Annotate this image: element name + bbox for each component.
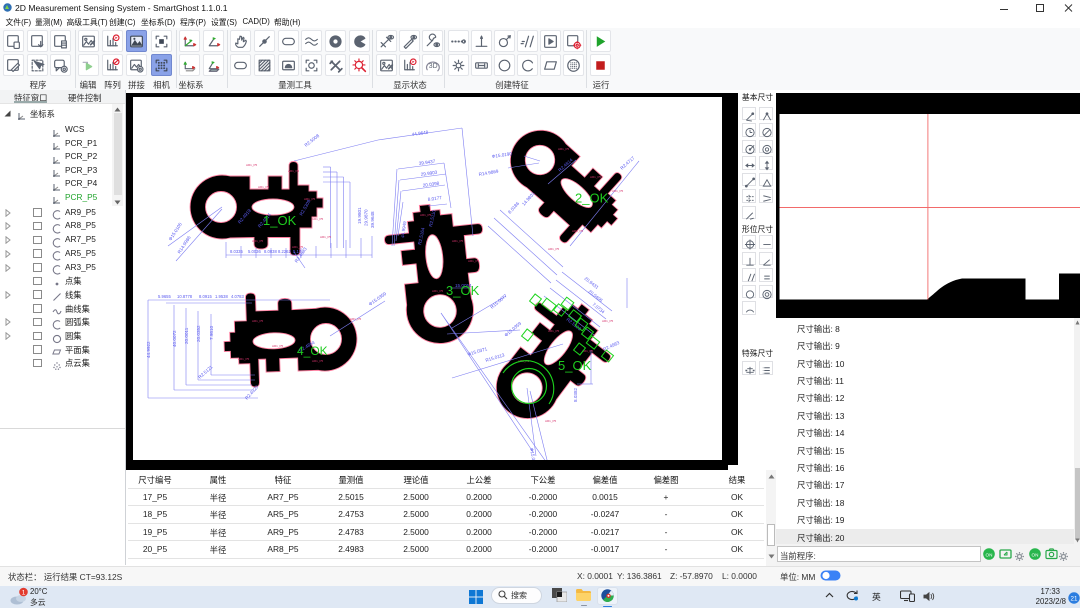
- svg-text:AR1_P5: AR1_P5: [292, 245, 304, 249]
- svg-text:4.0783: 4.0783: [231, 294, 244, 299]
- svg-text:5.0036: 5.0036: [248, 249, 261, 254]
- svg-text:AR1_P5: AR1_P5: [452, 239, 464, 243]
- svg-text:40.0072: 40.0072: [172, 330, 177, 347]
- svg-text:AR1_P5: AR1_P5: [312, 359, 324, 363]
- svg-text:8.0915: 8.0915: [199, 294, 212, 299]
- svg-text:AR1_P5: AR1_P5: [468, 259, 480, 263]
- svg-text:8.0335: 8.0335: [230, 249, 243, 254]
- svg-text:8.2262: 8.2262: [278, 249, 291, 254]
- svg-text:AR1_P5: AR1_P5: [252, 239, 264, 243]
- svg-text:5.9655: 5.9655: [158, 294, 171, 299]
- svg-text:4_OK: 4_OK: [297, 344, 328, 358]
- svg-text:21: 21: [1071, 595, 1078, 602]
- svg-text:8.0382: 8.0382: [573, 388, 578, 402]
- svg-text:AR1_P5: AR1_P5: [312, 217, 324, 221]
- svg-text:AR1_P5: AR1_P5: [548, 329, 560, 333]
- svg-text:2_OK: 2_OK: [575, 191, 609, 206]
- svg-text:AR1_P5: AR1_P5: [602, 319, 614, 323]
- svg-text:3D: 3D: [428, 63, 437, 70]
- svg-text:AR1_P5: AR1_P5: [350, 317, 362, 321]
- svg-text:39.9648: 39.9648: [370, 211, 375, 228]
- svg-text:8.0038: 8.0038: [264, 249, 277, 254]
- svg-text:AR1_P5: AR1_P5: [548, 247, 560, 251]
- svg-text:5_OK: 5_OK: [558, 358, 592, 373]
- svg-text:19.9801: 19.9801: [357, 207, 362, 224]
- svg-text:20.0011: 20.0011: [184, 327, 189, 344]
- svg-text:AR1_P5: AR1_P5: [590, 175, 602, 179]
- svg-text:ON: ON: [1032, 552, 1039, 557]
- svg-text:AR1_P5: AR1_P5: [320, 235, 332, 239]
- svg-text:AR1_P5: AR1_P5: [258, 185, 270, 189]
- svg-text:29.9870: 29.9870: [364, 209, 369, 226]
- svg-text:AR1_P5: AR1_P5: [246, 163, 258, 167]
- svg-text:AR1_P5: AR1_P5: [432, 289, 444, 293]
- svg-text:AR1_P5: AR1_P5: [420, 213, 432, 217]
- svg-text:1: 1: [22, 589, 26, 596]
- svg-text:AR1_P5: AR1_P5: [252, 319, 264, 323]
- svg-text:20.0352: 20.0352: [196, 325, 201, 342]
- svg-text:AR1_P5: AR1_P5: [545, 419, 557, 423]
- svg-text:AR1_P5: AR1_P5: [612, 189, 624, 193]
- svg-text:ON: ON: [986, 552, 993, 557]
- svg-text:10.8778: 10.8778: [177, 294, 193, 299]
- svg-text:1.9538: 1.9538: [215, 294, 228, 299]
- svg-text:7.9810: 7.9810: [209, 326, 214, 340]
- svg-text:AR1_P5: AR1_P5: [288, 169, 300, 173]
- svg-text:AR1_P5: AR1_P5: [272, 344, 284, 348]
- svg-text:AR1_P5: AR1_P5: [238, 357, 250, 361]
- svg-text:1_OK: 1_OK: [263, 213, 297, 228]
- svg-text:AR1_P5: AR1_P5: [558, 147, 570, 151]
- svg-text:AR1_P5: AR1_P5: [572, 229, 584, 233]
- svg-text:AR1_P5: AR1_P5: [304, 197, 316, 201]
- svg-text:44.9922: 44.9922: [146, 341, 151, 358]
- svg-text:3_OK: 3_OK: [446, 283, 480, 298]
